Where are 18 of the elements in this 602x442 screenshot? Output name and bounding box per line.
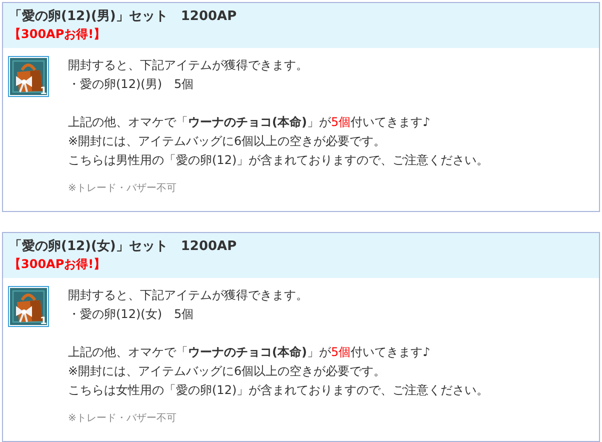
bonus-text: 上記の他、オマケで「ウーナのチョコ(本命)」が5個付いてきます♪ xyxy=(68,114,432,131)
deal-label: 【300APお得!】 xyxy=(9,26,107,43)
bonus-text: 上記の他、オマケで「ウーナのチョコ(本命)」が5個付いてきます♪ xyxy=(68,344,432,361)
requirement-text: ※開封には、アイテムバッグに6個以上の空きが必要です。 xyxy=(68,133,387,150)
intro-text: 開封すると、下記アイテムが獲得できます。 xyxy=(68,287,309,304)
contents-text: ・愛の卵(12)(男) 5個 xyxy=(68,76,195,93)
requirement-text: ※開封には、アイテムバッグに6個以上の空きが必要です。 xyxy=(68,363,387,380)
item-count: 1 xyxy=(40,86,47,98)
caution-text: こちらは男性用の「愛の卵(12)」が含まれておりますので、ご注意ください。 xyxy=(68,152,489,169)
set-title: 「愛の卵(12)(女)」セット 1200AP xyxy=(9,238,238,256)
intro-text: 開封すると、下記アイテムが獲得できます。 xyxy=(68,57,309,74)
contents-text: ・愛の卵(12)(女) 5個 xyxy=(68,306,195,323)
caution-text: こちらは女性用の「愛の卵(12)」が含まれておりますので、ご注意ください。 xyxy=(68,382,489,399)
restriction-note: ※トレード・バザー不可 xyxy=(68,412,178,426)
restriction-note: ※トレード・バザー不可 xyxy=(68,182,178,196)
set-title: 「愛の卵(12)(男)」セット 1200AP xyxy=(9,8,238,26)
item-count: 1 xyxy=(40,316,47,328)
deal-label: 【300APお得!】 xyxy=(9,256,107,273)
